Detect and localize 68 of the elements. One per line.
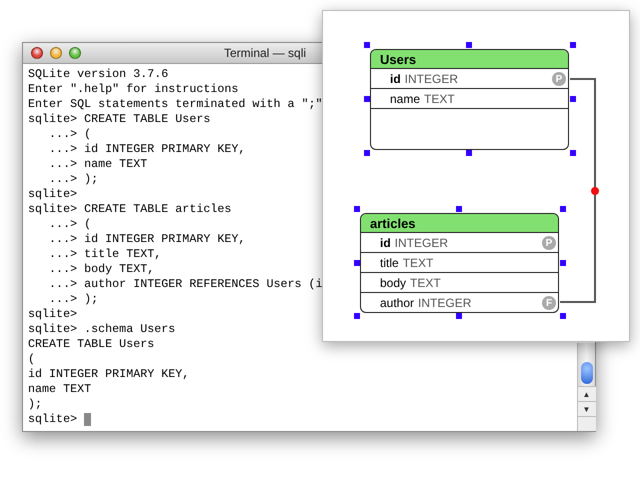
scroll-bar[interactable]: ▲ ▼ — [577, 343, 595, 431]
selection-handle[interactable] — [570, 42, 576, 48]
terminal-line: ...> title TEXT, — [48, 247, 162, 262]
terminal-line: ...> body TEXT, — [48, 262, 154, 277]
terminal-line: ...> ( — [48, 127, 92, 142]
terminal-line: sqlite> — [28, 307, 78, 322]
terminal-line: sqlite> — [28, 412, 78, 427]
column-type: INTEGER — [404, 72, 458, 86]
terminal-line: ...> author INTEGER REFERENCES Users (i — [48, 277, 323, 292]
terminal-line: ...> ( — [48, 217, 92, 232]
selection-handle[interactable] — [560, 260, 566, 266]
terminal-line: ...> ); — [48, 172, 98, 187]
selection-handle[interactable] — [364, 42, 370, 48]
selection-handle[interactable] — [466, 42, 472, 48]
scroll-thumb[interactable] — [580, 362, 592, 384]
close-button[interactable] — [31, 47, 43, 59]
selection-handle[interactable] — [560, 206, 566, 212]
selection-handle[interactable] — [456, 206, 462, 212]
column-name: name — [390, 92, 420, 106]
terminal-line: ...> name TEXT — [48, 157, 148, 172]
key-badge: P — [542, 236, 556, 250]
selection-handle[interactable] — [354, 206, 360, 212]
column-name: title — [380, 256, 399, 270]
selection-handle[interactable] — [560, 313, 566, 319]
terminal-line: sqlite> .schema Users — [28, 322, 176, 337]
terminal-line: ( — [28, 352, 36, 367]
selection-handle[interactable] — [466, 150, 472, 156]
selection-handle[interactable] — [570, 150, 576, 156]
terminal-line: CREATE TABLE Users — [28, 337, 154, 352]
connector-midpoint[interactable] — [591, 187, 599, 195]
minimize-button[interactable] — [50, 47, 62, 59]
terminal-line: ); — [28, 397, 42, 412]
terminal-line: ...> id INTEGER PRIMARY KEY, — [48, 232, 246, 247]
column-type: TEXT — [410, 276, 441, 290]
selection-handle[interactable] — [456, 313, 462, 319]
table-entity[interactable]: Users id INTEGER P name TEXT — [370, 49, 569, 150]
column-name: author — [380, 296, 414, 310]
terminal-line: name TEXT — [28, 382, 92, 397]
terminal-line: Enter SQL statements terminated with a ";" — [28, 97, 323, 112]
column-name: id — [390, 72, 401, 86]
column-type: INTEGER — [418, 296, 472, 310]
column-name: id — [380, 236, 391, 250]
selection-handle[interactable] — [570, 96, 576, 102]
terminal-line: ...> id INTEGER PRIMARY KEY, — [48, 142, 246, 157]
table-name: Users — [380, 52, 416, 66]
selection-handle[interactable] — [364, 96, 370, 102]
terminal-line: SQLite version 3.7.6 — [28, 67, 168, 82]
column-type: INTEGER — [394, 236, 448, 250]
terminal-line: ...> ); — [48, 292, 98, 307]
terminal-line: sqlite> CREATE TABLE Users — [28, 112, 210, 127]
key-badge: P — [552, 72, 566, 86]
table-entity[interactable]: articles id INTEGER P title TEXT body TEXT author INTEGER F — [360, 213, 559, 313]
terminal-line: sqlite> — [28, 187, 78, 202]
resize-grip[interactable] — [578, 416, 596, 431]
column-name: body — [380, 276, 406, 290]
zoom-button[interactable] — [69, 47, 81, 59]
window-title: Terminal — sqli — [224, 46, 306, 60]
key-badge: F — [542, 296, 556, 310]
table-name: articles — [370, 216, 416, 230]
text-cursor — [84, 413, 92, 426]
selection-handle[interactable] — [354, 260, 360, 266]
column-type: TEXT — [424, 92, 455, 106]
terminal-line: id INTEGER PRIMARY KEY, — [28, 367, 190, 382]
column-type: TEXT — [402, 256, 434, 270]
selection-handle[interactable] — [354, 313, 360, 319]
selection-handle[interactable] — [364, 150, 370, 156]
terminal-line: sqlite> CREATE TABLE articles — [28, 202, 232, 217]
terminal-line: Enter ".help" for instructions — [28, 82, 238, 97]
